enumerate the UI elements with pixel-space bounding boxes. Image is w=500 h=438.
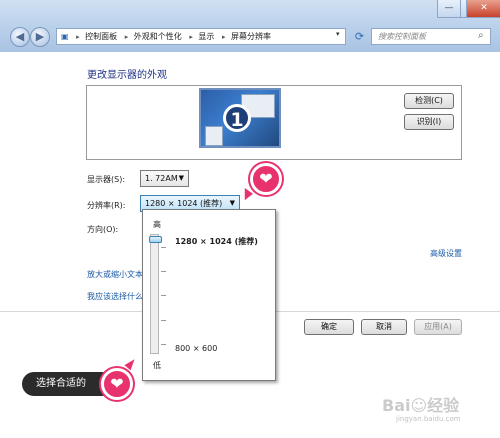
slider-tick bbox=[161, 247, 166, 248]
monitor-number: 1 bbox=[223, 104, 251, 132]
forward-arrow-icon[interactable]: ▶ bbox=[30, 27, 50, 47]
monitor-1-icon[interactable]: 1 bbox=[199, 88, 281, 148]
address-dropdown-icon[interactable]: ▾ bbox=[336, 30, 340, 38]
control-panel-icon: ▣ bbox=[61, 32, 69, 41]
breadcrumb-item[interactable]: 外观和个性化 bbox=[134, 32, 182, 41]
address-bar[interactable]: ▣ ▸ 控制面板 ▸ 外观和个性化 ▸ 显示 ▸ 屏幕分辨率 bbox=[56, 28, 346, 45]
text-size-link[interactable]: 放大或缩小文本 bbox=[87, 269, 143, 280]
ok-button[interactable]: 确定 bbox=[304, 319, 354, 335]
breadcrumb-item[interactable]: 显示 bbox=[198, 32, 214, 41]
search-input[interactable]: 搜索控制面板 bbox=[371, 28, 491, 45]
window-thumbnail bbox=[205, 126, 223, 146]
close-button[interactable]: ✕ bbox=[466, 0, 500, 18]
resolution-slider-thumb[interactable] bbox=[149, 236, 162, 243]
callout-pointer bbox=[239, 188, 253, 202]
apply-button: 应用(A) bbox=[414, 319, 462, 335]
minimize-button[interactable]: — bbox=[437, 0, 461, 18]
heart-callout-icon: ❤ bbox=[101, 368, 133, 400]
resolution-slider-track[interactable] bbox=[150, 234, 159, 354]
page-title: 更改显示器的外观 bbox=[87, 70, 167, 81]
detect-button[interactable]: 检测(C) bbox=[404, 93, 454, 109]
breadcrumb-item[interactable]: 屏幕分辨率 bbox=[231, 32, 271, 41]
slider-tick bbox=[161, 344, 166, 345]
identify-button[interactable]: 识别(I) bbox=[404, 114, 454, 130]
breadcrumb-item[interactable]: 控制面板 bbox=[85, 32, 117, 41]
slider-tick bbox=[161, 271, 166, 272]
search-icon[interactable]: ⌕ bbox=[478, 30, 484, 41]
orientation-label: 方向(O): bbox=[87, 225, 119, 234]
back-arrow-icon[interactable]: ◀ bbox=[10, 27, 30, 47]
chevron-right-icon: ▸ bbox=[124, 33, 129, 41]
display-dropdown[interactable]: 1. 72AM ▼ bbox=[140, 170, 189, 187]
slider-top-option: 1280 × 1024 (推荐) bbox=[175, 237, 258, 246]
slider-tick bbox=[161, 295, 166, 296]
callout-pointer bbox=[124, 356, 138, 371]
display-value: 1. 72AM bbox=[145, 174, 178, 183]
watermark-logo: Bai☺经验 bbox=[382, 396, 460, 415]
display-label: 显示器(S): bbox=[87, 175, 126, 184]
slider-high-label: 高 bbox=[153, 220, 161, 229]
heart-callout-icon: ❤ bbox=[250, 163, 282, 195]
slider-tick bbox=[161, 320, 166, 321]
chevron-right-icon: ▸ bbox=[221, 33, 226, 41]
slider-bottom-option: 800 × 600 bbox=[175, 344, 218, 353]
resolution-label: 分辨率(R): bbox=[87, 201, 126, 210]
slider-low-label: 低 bbox=[153, 361, 161, 370]
which-settings-link[interactable]: 我应该选择什么 bbox=[87, 291, 143, 302]
watermark-url: jingyan.baidu.com bbox=[396, 415, 461, 423]
resolution-value: 1280 × 1024 (推荐) bbox=[145, 199, 223, 208]
refresh-icon[interactable]: ⟳ bbox=[351, 28, 368, 45]
chevron-right-icon: ▸ bbox=[189, 33, 193, 41]
chevron-down-icon: ▼ bbox=[178, 174, 184, 182]
cancel-button[interactable]: 取消 bbox=[361, 319, 407, 335]
advanced-settings-link[interactable]: 高级设置 bbox=[430, 248, 462, 259]
chevron-right-icon: ▸ bbox=[76, 33, 80, 41]
